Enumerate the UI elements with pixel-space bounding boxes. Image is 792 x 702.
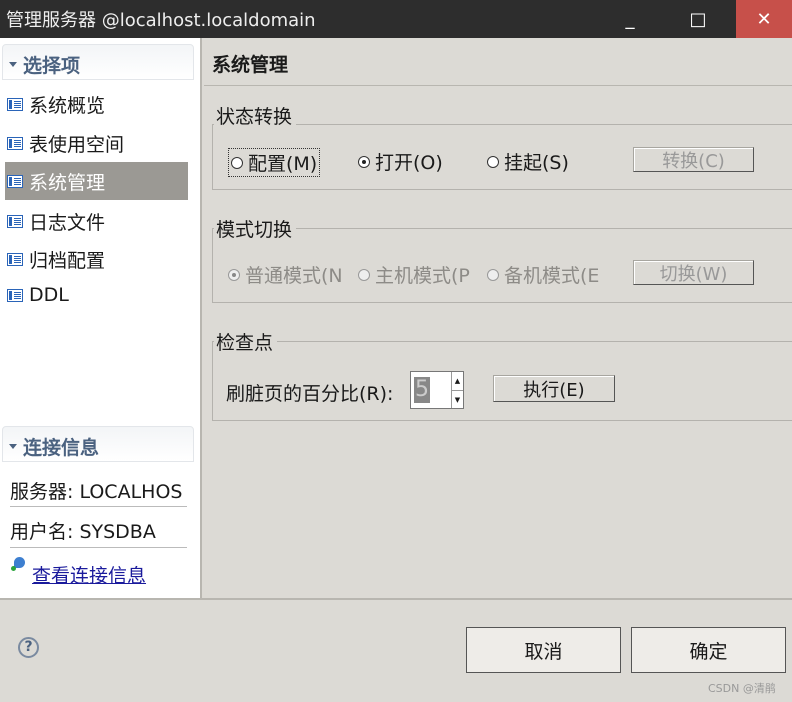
- radio-icon: [231, 156, 243, 169]
- radio-normal-mode[interactable]: 普通模式(N: [228, 261, 346, 288]
- collapse-icon: [9, 62, 17, 67]
- footer-divider: [0, 598, 792, 600]
- sidebar-item-label: 系统管理: [29, 171, 106, 194]
- radio-config[interactable]: 配置(M): [228, 148, 321, 177]
- convert-button[interactable]: 转换(C): [633, 147, 754, 172]
- radio-label: 普通模式(N: [245, 265, 343, 287]
- dirty-page-percent-label: 刷脏页的百分比(R):: [226, 383, 394, 405]
- sidebar-item-log-files[interactable]: 日志文件: [5, 202, 188, 240]
- radio-icon: [487, 155, 499, 168]
- radio-icon: [358, 268, 370, 281]
- radio-label: 配置(M): [248, 153, 318, 175]
- radio-open[interactable]: 打开(O): [358, 148, 443, 175]
- window-title: 管理服务器 @localhost.localdomain: [6, 10, 316, 31]
- spin-down-icon[interactable]: ▼: [451, 390, 463, 408]
- radio-label: 主机模式(P: [375, 265, 470, 287]
- radio-icon: [228, 268, 240, 281]
- sidebar-item-overview[interactable]: 系统概览: [5, 85, 188, 123]
- sidebar-item-label: 系统概览: [29, 94, 106, 117]
- list-icon: [7, 97, 23, 111]
- state-legend: 状态转换: [214, 102, 297, 129]
- maximize-button[interactable]: □: [670, 0, 726, 38]
- list-icon: [7, 136, 23, 150]
- sidebar-item-table-space[interactable]: 表使用空间: [5, 124, 188, 162]
- radio-label: 打开(O): [375, 152, 443, 174]
- list-icon: [7, 214, 23, 228]
- cancel-button[interactable]: 取消: [466, 627, 621, 673]
- sidebar-item-ddl[interactable]: DDL: [5, 276, 188, 314]
- view-connection-info-link[interactable]: 查看连接信息: [32, 561, 146, 588]
- radio-icon: [487, 268, 499, 281]
- options-header-label: 选择项: [23, 55, 81, 77]
- percent-value[interactable]: 5: [414, 377, 430, 403]
- help-icon[interactable]: ?: [18, 637, 39, 658]
- connection-header-label: 连接信息: [23, 437, 100, 459]
- close-button[interactable]: ✕: [736, 0, 792, 38]
- server-info: 服务器: LOCALHOS: [10, 481, 183, 503]
- radio-primary-mode[interactable]: 主机模式(P: [358, 261, 476, 288]
- divider: [10, 506, 187, 507]
- execute-button[interactable]: 执行(E): [493, 375, 615, 402]
- mode-legend: 模式切换: [214, 215, 297, 242]
- connection-section-header[interactable]: 连接信息: [2, 426, 194, 462]
- ok-button[interactable]: 确定: [631, 627, 786, 673]
- checkpoint-legend: 检查点: [214, 328, 278, 355]
- radio-suspend[interactable]: 挂起(S): [487, 148, 569, 175]
- sidebar-item-system-management[interactable]: 系统管理: [5, 162, 188, 200]
- radio-label: 挂起(S): [504, 152, 569, 174]
- list-icon: [7, 174, 23, 188]
- radio-icon: [358, 155, 370, 168]
- watermark: CSDN @清鹃: [708, 682, 776, 695]
- list-icon: [7, 288, 23, 302]
- minimize-button[interactable]: _: [602, 0, 658, 38]
- connection-icon: [10, 555, 26, 571]
- sidebar-item-label: DDL: [29, 284, 69, 306]
- sidebar-item-label: 日志文件: [29, 211, 106, 234]
- title-bar: 管理服务器 @localhost.localdomain _ □ ✕: [0, 0, 792, 38]
- collapse-icon: [9, 444, 17, 449]
- user-info: 用户名: SYSDBA: [10, 521, 156, 543]
- sidebar-item-label: 归档配置: [29, 249, 106, 272]
- switch-button[interactable]: 切换(W): [633, 260, 754, 285]
- page-title: 系统管理: [212, 54, 289, 76]
- spin-up-icon[interactable]: ▲: [451, 372, 463, 390]
- sidebar-item-archive-config[interactable]: 归档配置: [5, 240, 188, 278]
- radio-label: 备机模式(E: [504, 265, 600, 287]
- percent-spinner[interactable]: 5 ▲ ▼: [410, 371, 464, 409]
- options-section-header[interactable]: 选择项: [2, 44, 194, 80]
- main-header: 系统管理: [204, 38, 792, 86]
- sidebar-item-label: 表使用空间: [29, 133, 125, 156]
- divider: [10, 547, 187, 548]
- list-icon: [7, 252, 23, 266]
- radio-standby-mode[interactable]: 备机模式(E: [487, 261, 605, 288]
